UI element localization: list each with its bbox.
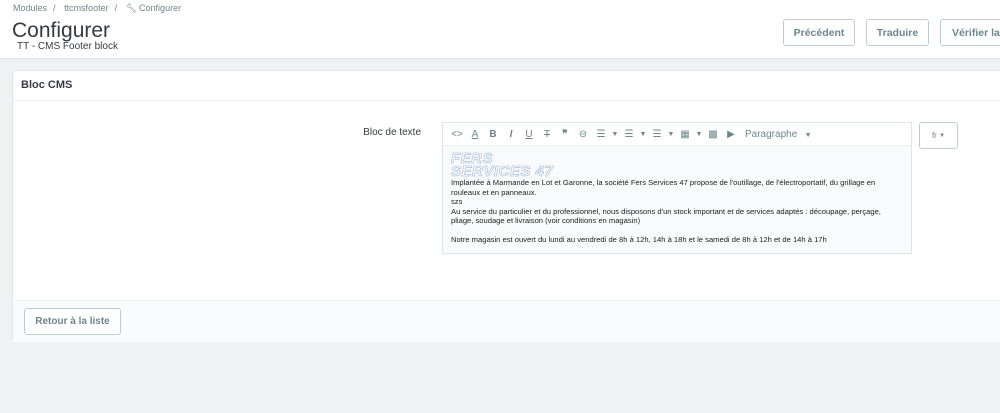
cms-block-panel: Bloc CMS Bloc de texte <> A B I U T ❞ ⊖ … (12, 70, 1000, 342)
translate-button[interactable]: Traduire (866, 19, 929, 46)
numbered-list-icon[interactable]: ☰ (649, 129, 665, 140)
strikethrough-icon[interactable]: T (539, 129, 555, 140)
image-icon[interactable]: ▩ (705, 129, 721, 140)
paragraph: Au service du particulier et du professi… (451, 206, 881, 226)
bold-icon[interactable]: B (485, 129, 501, 140)
page-title: Configurer (12, 19, 111, 42)
panel-footer: Retour à la liste (13, 300, 1000, 342)
wrench-icon: 🔧︎ (125, 3, 138, 13)
underline-icon[interactable]: U (521, 129, 537, 140)
format-label: Paragraphe (745, 128, 798, 140)
paragraph: Notre magasin est ouvert du lundi au ven… (451, 235, 827, 244)
breadcrumb-current: Configurer (139, 3, 182, 13)
chevron-down-icon: ▼ (939, 132, 946, 139)
chevron-down-icon[interactable]: ▼ (639, 131, 647, 138)
panel-title: Bloc CMS (13, 71, 1000, 101)
italic-icon[interactable]: I (503, 129, 519, 140)
align-icon[interactable]: ☰ (593, 129, 609, 140)
blockquote-icon[interactable]: ❞ (557, 129, 573, 140)
back-to-list-button[interactable]: Retour à la liste (24, 308, 121, 335)
paragraph (451, 226, 903, 236)
editor-toolbar: <> A B I U T ❞ ⊖ ☰ ▼ ☰ ▼ ☰ ▼ ▦ ▼ ▩ ▶ Paragra… (443, 123, 911, 146)
rich-text-editor[interactable]: <> A B I U T ❞ ⊖ ☰ ▼ ☰ ▼ ☰ ▼ ▦ ▼ ▩ ▶ Paragra… (442, 122, 912, 254)
editor-content[interactable]: FERS SERVICES 47 Implantée à Marmande en … (443, 146, 911, 253)
link-icon[interactable]: ⊖ (575, 129, 591, 140)
source-code-icon[interactable]: <> (449, 129, 465, 140)
check-translation-button[interactable]: Vérifier la traduction (940, 19, 1000, 46)
page-subtitle: TT - CMS Footer block (17, 41, 118, 52)
paragraph: Implantée à Marmande en Lot et Garonne, … (451, 178, 876, 197)
previous-button[interactable]: Précédent (783, 19, 855, 46)
text-color-icon[interactable]: A (467, 129, 483, 140)
text-block-label: Bloc de texte (363, 127, 421, 138)
breadcrumb-modules[interactable]: Modules (13, 3, 47, 13)
breadcrumb-module[interactable]: ttcmsfooter (64, 3, 109, 13)
chevron-down-icon[interactable]: ▼ (667, 131, 675, 138)
table-icon[interactable]: ▦ (677, 129, 693, 140)
fers-services-logo: FERS SERVICES 47 (451, 151, 903, 180)
media-icon[interactable]: ▶ (723, 129, 739, 140)
chevron-down-icon[interactable]: ▼ (611, 131, 619, 138)
page-header: Modules / ttcmsfooter / 🔧︎ Configurer Confi… (0, 0, 1000, 59)
format-dropdown[interactable]: Paragraphe ▼ (745, 129, 816, 140)
language-label: fr (931, 131, 937, 140)
paragraph: szs (451, 197, 463, 206)
language-dropdown[interactable]: fr ▼ (919, 122, 958, 149)
bullet-list-icon[interactable]: ☰ (621, 129, 637, 140)
logo-line: SERVICES 47 (451, 163, 554, 180)
chevron-down-icon[interactable]: ▼ (695, 131, 703, 138)
breadcrumb: Modules / ttcmsfooter / 🔧︎ Configurer (13, 3, 182, 13)
